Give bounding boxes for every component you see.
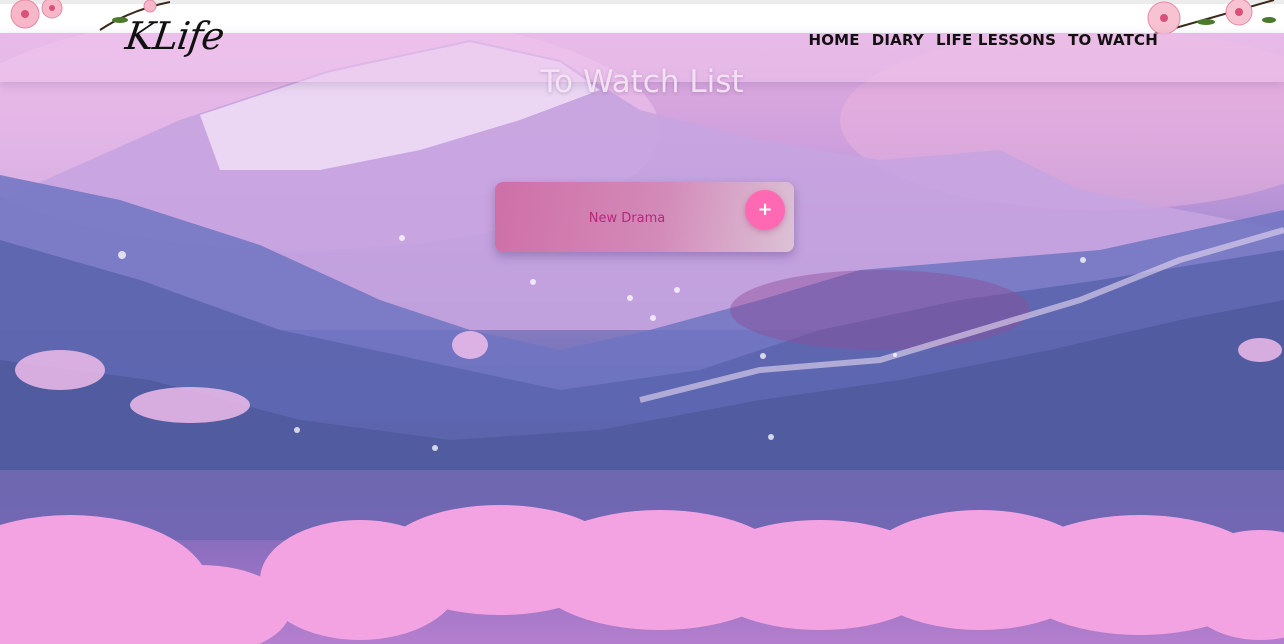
- site-logo[interactable]: KLife: [123, 14, 227, 58]
- add-drama-button[interactable]: +: [745, 190, 785, 230]
- page-title: To Watch List: [540, 64, 744, 100]
- main-nav: HOME DIARY LIFE LESSONS TO WATCH: [808, 31, 1158, 49]
- nav-item-life-lessons[interactable]: LIFE LESSONS: [936, 31, 1056, 49]
- nav-item-to-watch[interactable]: TO WATCH: [1068, 31, 1158, 49]
- nav-item-diary[interactable]: DIARY: [872, 31, 924, 49]
- page: KLife HOME DIARY LIFE LESSONS TO WATCH T…: [0, 0, 1284, 644]
- nav-item-home[interactable]: HOME: [808, 31, 859, 49]
- new-drama-input[interactable]: [495, 182, 759, 254]
- new-drama-card: +: [495, 182, 794, 254]
